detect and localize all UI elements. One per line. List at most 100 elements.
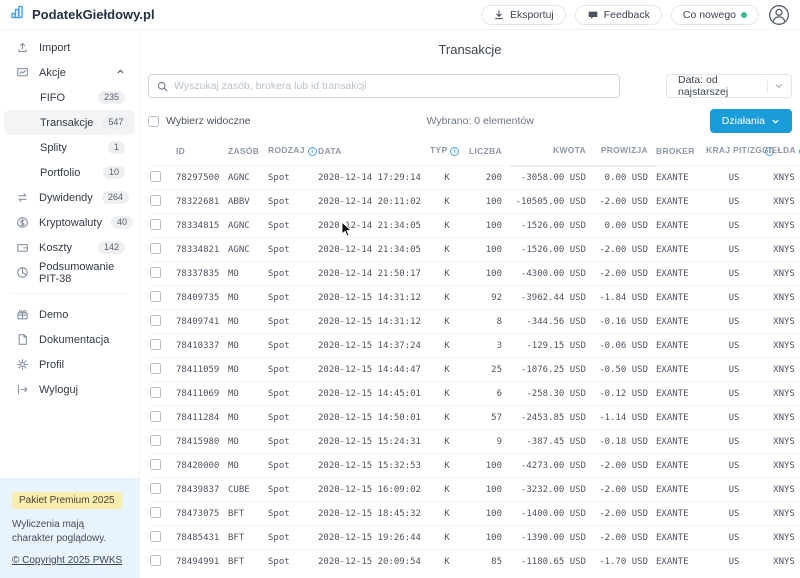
search-input[interactable] [174, 80, 611, 92]
row-checkbox[interactable] [150, 483, 161, 494]
cell-prowizja: -2.00 USD [594, 238, 656, 262]
cell-prowizja: -0.12 USD [594, 382, 656, 406]
sidebar-item-podsumowanie-pit-38[interactable]: Podsumowanie PIT-38 [4, 260, 135, 285]
sidebar-item-akcje[interactable]: Akcje [4, 60, 135, 85]
cell-gie-da: XNYS [762, 358, 800, 382]
chevron-up-icon [116, 67, 125, 79]
column-header-kwota[interactable]: KWOTA [510, 137, 594, 166]
row-checkbox[interactable] [150, 339, 161, 350]
cell-broker: EXANTE [656, 526, 706, 550]
search-box [148, 74, 620, 98]
cell-liczba: 100 [464, 526, 510, 550]
column-header-prowizja[interactable]: PROWIZJA [594, 137, 656, 166]
logout-icon [16, 383, 30, 397]
cell-zas-b: AGNC [228, 214, 268, 238]
sort-dropdown[interactable]: Data: od najstarszej [666, 74, 792, 98]
sidebar-item-koszty[interactable]: Koszty142 [4, 235, 135, 260]
column-header-liczba[interactable]: LICZBA [464, 137, 510, 166]
cell-liczba: 100 [464, 190, 510, 214]
row-checkbox[interactable] [150, 435, 161, 446]
cell-liczba: 25 [464, 358, 510, 382]
document-icon [16, 333, 30, 347]
sidebar-item-demo[interactable]: Demo [4, 302, 135, 327]
row-checkbox-cell [150, 526, 176, 550]
info-icon[interactable]: i [450, 147, 459, 156]
cell-data: 2020-12-15 15:24:31 [318, 430, 430, 454]
column-header-label: GIEŁDA [762, 145, 796, 155]
copyright-link[interactable]: © Copyright 2025 PWKS [12, 555, 122, 566]
user-avatar[interactable] [768, 4, 790, 26]
row-checkbox[interactable] [150, 243, 161, 254]
sidebar-item-label: Portfolio [40, 167, 80, 179]
row-checkbox[interactable] [150, 171, 161, 182]
column-header-data[interactable]: DATA [318, 137, 430, 166]
cell-liczba: 92 [464, 286, 510, 310]
cell-kraj-pit-zg: US [706, 526, 762, 550]
cell-zas-b: MO [228, 262, 268, 286]
cell-id: 78409735 [176, 286, 228, 310]
sidebar-item-splity[interactable]: Splity1 [4, 135, 135, 160]
row-checkbox-cell [150, 286, 176, 310]
sidebar-item-portfolio[interactable]: Portfolio10 [4, 160, 135, 185]
cell-data: 2020-12-14 20:11:02 [318, 190, 430, 214]
sidebar-item-dywidendy[interactable]: Dywidendy264 [4, 185, 135, 210]
column-header-rodzaj[interactable]: RODZAJi [268, 137, 318, 166]
row-checkbox-cell [150, 430, 176, 454]
column-header-typ[interactable]: TYPi [430, 137, 464, 166]
row-checkbox-cell [150, 310, 176, 334]
brand-logo[interactable]: PodatekGiełdowy.pl [10, 4, 155, 25]
sidebar-item-wyloguj[interactable]: Wyloguj [4, 377, 135, 402]
column-header-zas-b[interactable]: ZASÓB [228, 137, 268, 166]
sidebar-item-fifo[interactable]: FIFO235 [4, 85, 135, 110]
cell-zas-b: BFT [228, 526, 268, 550]
row-checkbox[interactable] [150, 291, 161, 302]
column-header-id[interactable]: ID [176, 137, 228, 166]
cell-gie-da: XNYS [762, 310, 800, 334]
chevron-down-icon [771, 117, 780, 126]
select-visible-checkbox[interactable] [148, 116, 159, 127]
actions-button[interactable]: Działania [710, 109, 792, 133]
column-header-label: TYP [430, 145, 447, 155]
column-header-broker[interactable]: BROKER [656, 137, 706, 166]
row-checkbox[interactable] [150, 315, 161, 326]
cell-kraj-pit-zg: US [706, 430, 762, 454]
cell-kraj-pit-zg: US [706, 190, 762, 214]
cell-data: 2020-12-15 16:09:02 [318, 478, 430, 502]
row-checkbox[interactable] [150, 459, 161, 470]
cell-gie-da: XNYS [762, 262, 800, 286]
cell-rodzaj: Spot [268, 382, 318, 406]
selection-row: Wybierz widoczne Wybrano: 0 elementów Dz… [148, 109, 792, 133]
row-checkbox[interactable] [150, 411, 161, 422]
row-checkbox-cell [150, 478, 176, 502]
column-header-gie-da[interactable]: GIEŁDAi [762, 137, 800, 166]
row-checkbox-cell [150, 502, 176, 526]
row-checkbox[interactable] [150, 555, 161, 566]
cell-id: 78415980 [176, 430, 228, 454]
cell-broker: EXANTE [656, 214, 706, 238]
row-checkbox-cell [150, 382, 176, 406]
feedback-button[interactable]: Feedback [575, 5, 662, 25]
row-checkbox[interactable] [150, 219, 161, 230]
whats-new-button[interactable]: Co nowego [671, 5, 759, 25]
sidebar-item-label: Akcje [39, 67, 66, 79]
cell-broker: EXANTE [656, 430, 706, 454]
sidebar-item-kryptowaluty[interactable]: Kryptowaluty40 [4, 210, 135, 235]
cell-broker: EXANTE [656, 166, 706, 190]
cell-typ: K [430, 238, 464, 262]
row-checkbox[interactable] [150, 387, 161, 398]
row-checkbox[interactable] [150, 195, 161, 206]
cell-kraj-pit-zg: US [706, 286, 762, 310]
info-icon[interactable]: i [308, 147, 317, 156]
export-button[interactable]: Eksportuj [481, 5, 566, 25]
sidebar-item-label: Kryptowaluty [39, 217, 102, 229]
row-checkbox[interactable] [150, 363, 161, 374]
row-checkbox[interactable] [150, 507, 161, 518]
column-header-kraj-pit-zg[interactable]: KRAJ PIT/ZGi [706, 137, 762, 166]
row-checkbox[interactable] [150, 531, 161, 542]
sidebar-item-dokumentacja[interactable]: Dokumentacja [4, 327, 135, 352]
sidebar-item-transakcje[interactable]: Transakcje547 [4, 110, 135, 135]
sidebar-item-import[interactable]: Import [4, 35, 135, 60]
cell-rodzaj: Spot [268, 358, 318, 382]
row-checkbox[interactable] [150, 267, 161, 278]
sidebar-item-profil[interactable]: Profil [4, 352, 135, 377]
